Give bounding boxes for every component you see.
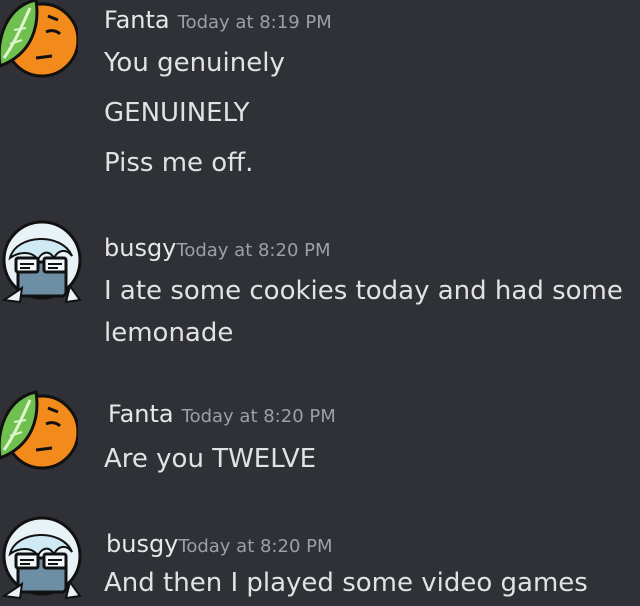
message-text: Are you TWELVE xyxy=(104,444,317,474)
white-haired-goggles-avatar-icon[interactable] xyxy=(0,510,82,600)
message-header: busgyToday at 8:20 PM xyxy=(106,530,333,558)
message-text: And then I played some video games xyxy=(104,568,588,598)
message-timestamp: Today at 8:19 PM xyxy=(177,12,332,33)
message-timestamp: Today at 8:20 PM xyxy=(178,536,333,557)
chat-message-list: Fanta Today at 8:19 PM You genuinely GENU… xyxy=(0,0,640,602)
message-text: lemonade xyxy=(104,318,234,348)
message-text: I ate some cookies today and had some xyxy=(104,276,623,306)
message-header: busgyToday at 8:20 PM xyxy=(104,234,331,262)
author-name[interactable]: Fanta xyxy=(104,6,170,34)
author-name[interactable]: busgy xyxy=(104,234,176,262)
message-text: Piss me off. xyxy=(104,148,254,178)
orange-leaf-avatar-icon[interactable] xyxy=(0,388,78,470)
author-name[interactable]: Fanta xyxy=(108,400,174,428)
message-text: GENUINELY xyxy=(104,98,250,128)
message-timestamp: Today at 8:20 PM xyxy=(176,240,331,261)
message-text: You genuinely xyxy=(104,48,285,78)
author-name[interactable]: busgy xyxy=(106,530,178,558)
message-header: Fanta Today at 8:20 PM xyxy=(108,400,336,428)
message-header: Fanta Today at 8:19 PM xyxy=(104,6,332,34)
message-timestamp: Today at 8:20 PM xyxy=(181,406,336,427)
orange-leaf-avatar-icon[interactable] xyxy=(0,0,78,78)
white-haired-goggles-avatar-icon[interactable] xyxy=(0,214,82,304)
